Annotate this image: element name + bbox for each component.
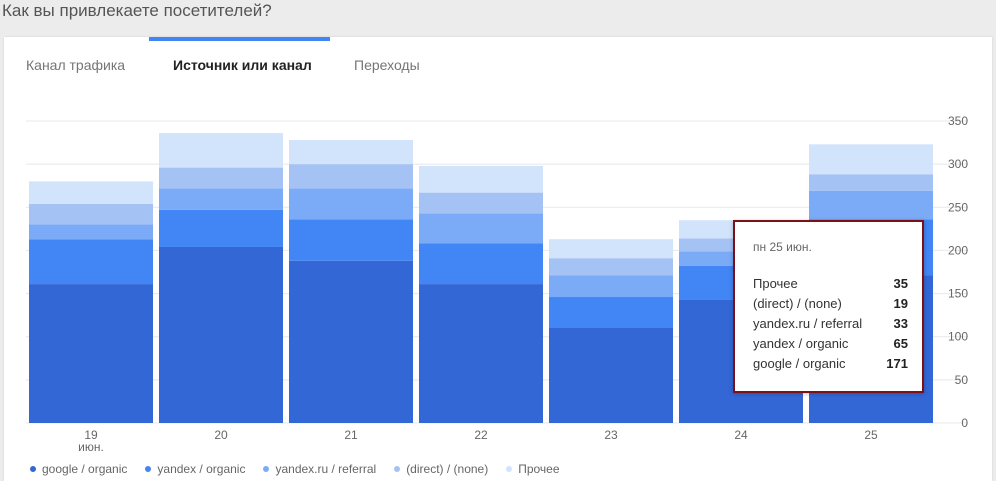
legend-dot-icon <box>506 466 513 472</box>
legend-label: (direct) / (none) <box>406 462 489 476</box>
bar-segment[interactable] <box>289 139 413 165</box>
bar-segment[interactable] <box>549 239 673 259</box>
y-tick-label: 50 <box>955 373 969 387</box>
legend-item[interactable]: yandex.ru / referral <box>263 461 376 477</box>
y-tick-label: 300 <box>948 157 968 171</box>
legend-dot-icon <box>263 466 270 472</box>
bar-segment[interactable] <box>159 209 283 247</box>
bar-segment[interactable] <box>419 213 543 244</box>
legend-label: Прочее <box>518 462 560 476</box>
x-tick-label: 20 <box>214 428 228 442</box>
chart-card: Канал трафика Источник или канал Переход… <box>4 37 992 481</box>
legend-item[interactable]: yandex / organic <box>145 461 245 477</box>
bar-segment[interactable] <box>549 327 673 423</box>
chart-legend: google / organic yandex / organic yandex.r… <box>30 461 560 477</box>
legend-dot-icon <box>30 466 36 472</box>
bar-segment[interactable] <box>289 188 413 220</box>
tooltip-rows: Прочее 35 (direct) / (none) 19 yandex.ru /… <box>753 274 908 374</box>
legend-item[interactable]: Прочее <box>506 461 560 477</box>
legend-item[interactable]: (direct) / (none) <box>394 461 488 477</box>
bar-segment[interactable] <box>419 284 543 423</box>
x-tick-label: 22 <box>474 428 488 442</box>
bar-segment[interactable] <box>809 190 933 220</box>
legend-label: yandex / organic <box>157 462 246 476</box>
tooltip-row: yandex.ru / referral 33 <box>753 316 908 331</box>
legend-dot-icon <box>394 466 401 472</box>
page-title: Как вы привлекаете посетителей? <box>2 1 272 20</box>
bar-segment[interactable] <box>289 219 413 261</box>
bar-segment[interactable] <box>549 258 673 276</box>
bar-segment[interactable] <box>549 297 673 328</box>
tooltip-date: пн 25 июн. <box>753 240 812 254</box>
x-tick-label: 25 <box>864 428 878 442</box>
bar-segment[interactable] <box>159 133 283 168</box>
y-tick-label: 100 <box>948 330 968 344</box>
legend-label: google / organic <box>42 462 128 476</box>
bar-segment[interactable] <box>289 260 413 423</box>
bar-segment[interactable] <box>419 192 543 214</box>
bar-segment[interactable] <box>29 284 153 423</box>
legend-dot-icon <box>145 466 152 472</box>
y-tick-label: 250 <box>948 200 968 214</box>
bar-segment[interactable] <box>29 239 153 285</box>
x-tick-label: 23 <box>604 428 618 442</box>
y-tick-label: 350 <box>948 114 968 128</box>
bar-segment[interactable] <box>419 243 543 285</box>
chart-tooltip: пн 25 июн. Прочее 35 (direct) / (none) 19 … <box>733 220 924 393</box>
bar-segment[interactable] <box>159 167 283 189</box>
tooltip-row: (direct) / (none) 19 <box>753 296 908 311</box>
x-tick-label: 24 <box>734 428 748 442</box>
bar-segment[interactable] <box>159 246 283 423</box>
legend-item[interactable]: google / organic <box>30 461 127 477</box>
y-tick-label: 150 <box>948 287 968 301</box>
tooltip-row: google / organic 171 <box>753 356 908 371</box>
bar-segment[interactable] <box>29 181 153 204</box>
bar-segment[interactable] <box>289 164 413 189</box>
bar-segment[interactable] <box>809 144 933 175</box>
y-tick-label: 0 <box>961 416 968 430</box>
bar-segment[interactable] <box>159 188 283 210</box>
bar-segment[interactable] <box>29 224 153 240</box>
bar-segment[interactable] <box>809 174 933 191</box>
bar-segment[interactable] <box>419 165 543 193</box>
x-tick-label: 21 <box>344 428 358 442</box>
bar-segment[interactable] <box>29 203 153 225</box>
tooltip-row: Прочее 35 <box>753 276 908 291</box>
y-tick-label: 200 <box>948 243 968 257</box>
bar-segment[interactable] <box>549 275 673 298</box>
legend-label: yandex.ru / referral <box>275 462 377 476</box>
x-tick-sublabel: июн. <box>78 440 104 454</box>
tooltip-row: yandex / organic 65 <box>753 336 908 351</box>
